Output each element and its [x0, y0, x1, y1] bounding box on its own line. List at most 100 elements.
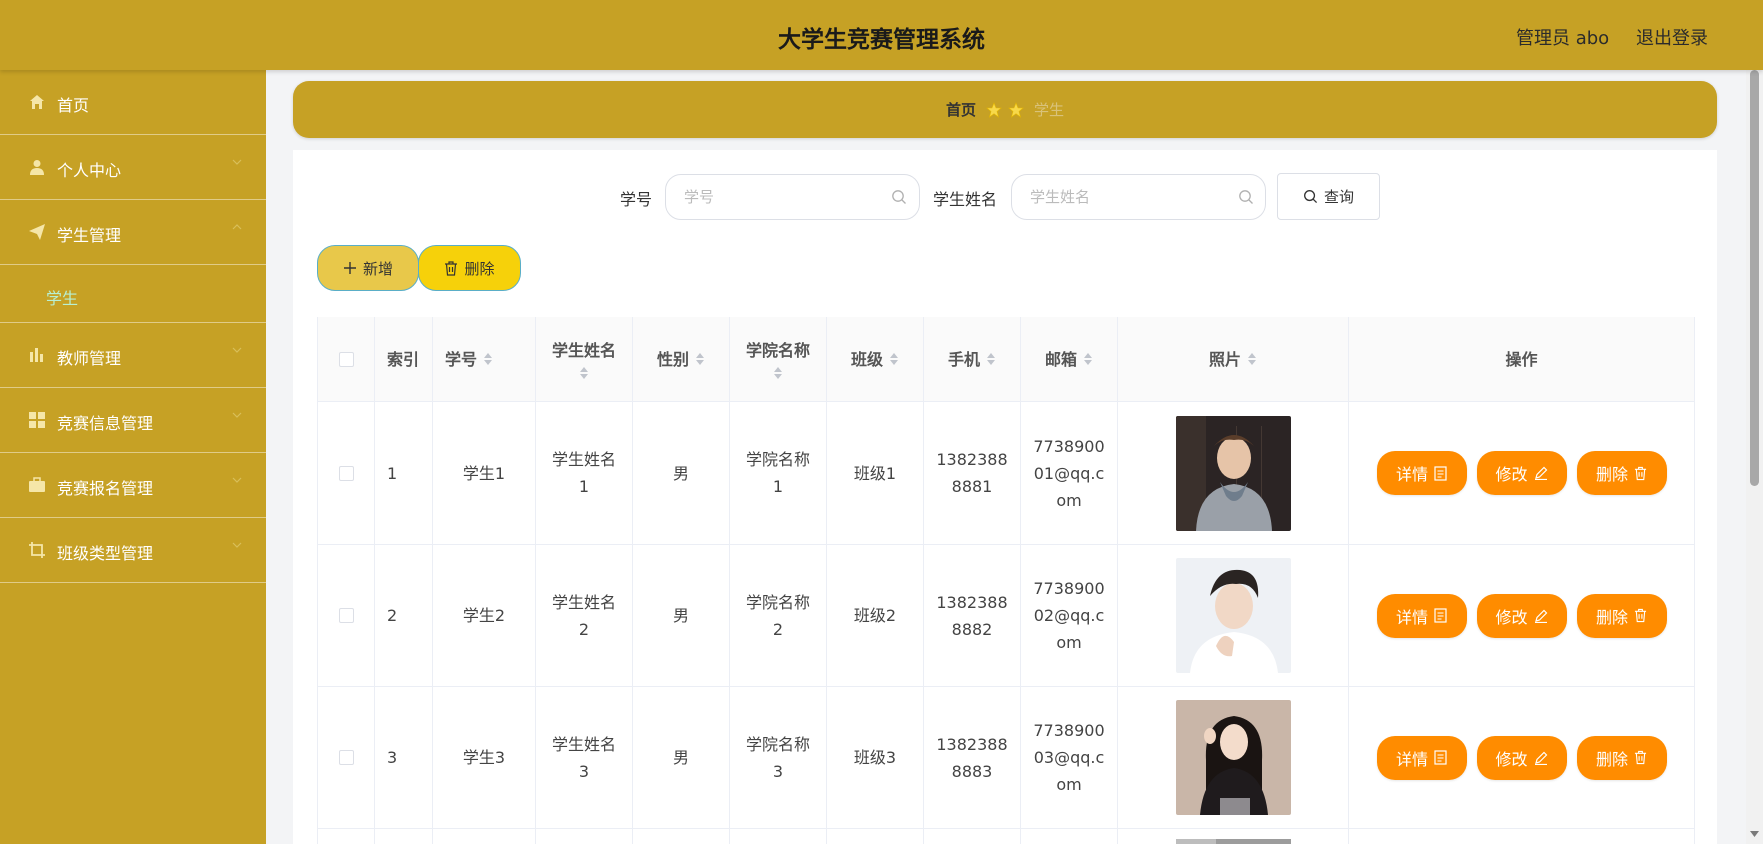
trash-icon: [1634, 466, 1647, 480]
sidebar-item-teacher-management[interactable]: 教师管理: [0, 323, 266, 388]
row-checkbox[interactable]: [338, 608, 354, 623]
sort-icon[interactable]: [483, 351, 493, 367]
chevron-down-icon: [232, 542, 242, 548]
student-id-input[interactable]: [665, 174, 920, 220]
cell-student-id: 学生1: [433, 402, 536, 544]
student-id-label: 学号: [620, 190, 653, 209]
search-icon: [1304, 190, 1318, 204]
student-name-input[interactable]: [1011, 174, 1266, 220]
student-photo[interactable]: [1175, 839, 1291, 844]
header-index: 索引: [375, 317, 433, 401]
cell-index: 2: [375, 545, 433, 686]
cell-student-id: 学生3: [433, 687, 536, 828]
add-button[interactable]: 新增: [317, 245, 419, 291]
sort-icon[interactable]: [1083, 351, 1093, 367]
edit-icon: [1534, 609, 1547, 623]
scroll-down-arrow-icon[interactable]: [1750, 830, 1759, 838]
student-name-label: 学生姓名: [933, 190, 998, 209]
cell-email: 773890003@qq.com: [1021, 687, 1118, 828]
page-scrollbar[interactable]: [1746, 70, 1763, 844]
edit-button[interactable]: 修改: [1476, 735, 1567, 780]
sidebar-item-home[interactable]: 首页: [0, 70, 266, 135]
sort-icon[interactable]: [773, 365, 783, 381]
cell-phone: 13823888882: [924, 545, 1021, 686]
delete-button[interactable]: 删除: [1576, 451, 1667, 495]
document-icon: [1434, 608, 1447, 623]
detail-button[interactable]: 详情: [1376, 735, 1467, 780]
cell-college: 学院名称2: [730, 545, 827, 686]
sidebar-item-label: 学生管理: [57, 226, 122, 245]
detail-button[interactable]: 详情: [1376, 451, 1467, 495]
breadcrumb-home[interactable]: 首页: [946, 99, 976, 120]
sidebar-item-label: 教师管理: [57, 349, 122, 368]
query-button[interactable]: 查询: [1277, 173, 1380, 220]
row-checkbox[interactable]: [338, 750, 354, 765]
cell-photo: [1118, 545, 1349, 686]
table-row: 1 学生1 学生姓名1 男 学院名称1 班级1 13823888881 7738…: [317, 402, 1695, 545]
sidebar-subitem-student[interactable]: 学生: [0, 265, 266, 323]
batch-delete-button[interactable]: 删除: [418, 245, 521, 291]
sidebar-item-competition-info[interactable]: 竞赛信息管理: [0, 388, 266, 453]
user-icon: [28, 158, 46, 176]
home-icon: [28, 93, 46, 111]
delete-button[interactable]: 删除: [1576, 593, 1667, 638]
admin-username: 管理员 abo: [1516, 28, 1610, 49]
cell-index: 1: [375, 402, 433, 544]
row-checkbox[interactable]: [338, 465, 354, 481]
sidebar-item-class-type[interactable]: 班级类型管理: [0, 518, 266, 583]
header-student-id[interactable]: 学号: [433, 317, 536, 401]
cell-gender: 男: [633, 402, 730, 544]
cell-photo: [1118, 402, 1349, 544]
cell-gender: 男: [633, 545, 730, 686]
cell-actions: [1349, 829, 1695, 844]
header-college[interactable]: 学院名称: [730, 317, 827, 401]
chevron-down-icon: [232, 347, 242, 353]
edit-button[interactable]: 修改: [1476, 593, 1567, 638]
header-gender[interactable]: 性别: [633, 317, 730, 401]
detail-button[interactable]: 详情: [1376, 593, 1467, 638]
sidebar-item-competition-signup[interactable]: 竞赛报名管理: [0, 453, 266, 518]
header-email[interactable]: 邮箱: [1021, 317, 1118, 401]
cell-college: 学院名称3: [730, 687, 827, 828]
sort-icon[interactable]: [986, 351, 996, 367]
sort-icon[interactable]: [579, 365, 589, 381]
cell-class: 班级2: [827, 545, 924, 686]
table-row: [317, 829, 1695, 844]
student-photo[interactable]: [1175, 415, 1291, 531]
header-class[interactable]: 班级: [827, 317, 924, 401]
cell-college: [730, 829, 827, 844]
header-select-cell: [317, 317, 375, 401]
row-select-cell: [317, 687, 375, 828]
header-phone[interactable]: 手机: [924, 317, 1021, 401]
cell-student-name: [536, 829, 633, 844]
bar-chart-icon: [28, 346, 46, 364]
student-photo[interactable]: [1175, 700, 1291, 815]
app-title: 大学生竞赛管理系统: [778, 27, 985, 53]
scrollbar-thumb[interactable]: [1750, 70, 1759, 486]
sort-icon[interactable]: [695, 351, 705, 367]
sort-icon[interactable]: [1247, 351, 1257, 367]
student-photo[interactable]: [1175, 558, 1291, 673]
delete-button[interactable]: 删除: [1576, 735, 1667, 780]
row-select-cell: [317, 545, 375, 686]
trash-icon: [1634, 750, 1647, 765]
sidebar-item-student-management[interactable]: 学生管理: [0, 200, 266, 265]
logout-link[interactable]: 退出登录: [1636, 24, 1708, 50]
cell-email: [1021, 829, 1118, 844]
select-all-checkbox[interactable]: [338, 351, 354, 367]
edit-icon: [1534, 466, 1547, 480]
sidebar-item-profile[interactable]: 个人中心: [0, 135, 266, 200]
document-icon: [1434, 465, 1447, 481]
edit-button[interactable]: 修改: [1476, 451, 1567, 495]
query-button-label: 查询: [1323, 188, 1354, 206]
cell-email: 773890001@qq.com: [1021, 402, 1118, 544]
add-button-label: 新增: [362, 259, 393, 278]
cell-college: 学院名称1: [730, 402, 827, 544]
crop-icon: [28, 541, 46, 559]
sidebar-item-label: 个人中心: [57, 161, 122, 180]
cell-class: 班级1: [827, 402, 924, 544]
header-student-name[interactable]: 学生姓名: [536, 317, 633, 401]
sort-icon[interactable]: [889, 351, 899, 367]
breadcrumb: 首页 学生: [293, 81, 1717, 138]
header-photo[interactable]: 照片: [1118, 317, 1349, 401]
